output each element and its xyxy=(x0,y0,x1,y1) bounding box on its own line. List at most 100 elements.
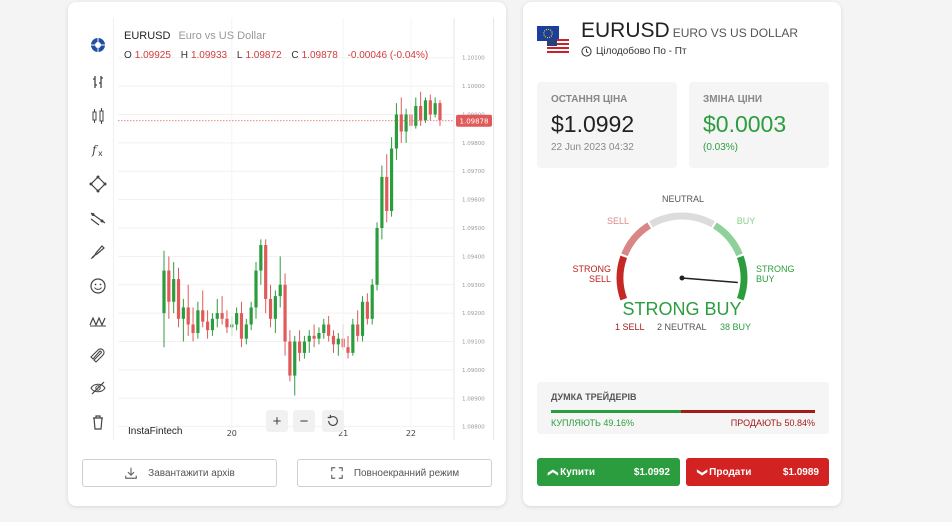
trash-icon[interactable] xyxy=(85,409,111,435)
sentiment-bar xyxy=(551,410,815,413)
price-change-box: ЗМІНА ЦІНИ $0.0003 (0.03%) xyxy=(689,82,829,168)
download-archive-label: Завантажити архів xyxy=(148,467,235,479)
buy-button[interactable]: ❯ Купити $1.0992 xyxy=(537,458,680,486)
candle-body xyxy=(346,347,350,353)
candle-body xyxy=(399,114,403,132)
low-value: 1.09872 xyxy=(245,50,282,61)
instrument-card: EURUSD EURO VS US DOLLAR Цілодобово По - … xyxy=(523,2,841,506)
sentiment-title: ДУМКА ТРЕЙДЕРІВ xyxy=(551,392,637,402)
strong-sell-line-1: STRONG xyxy=(572,264,611,274)
buy-price: $1.0992 xyxy=(633,466,670,478)
last-price-box: ОСТАННЯ ЦІНА $1.0992 22 Jun 2023 04:32 xyxy=(537,82,677,168)
crosshair-icon[interactable] xyxy=(85,32,111,58)
last-price-label: ОСТАННЯ ЦІНА xyxy=(551,94,628,105)
candle-body xyxy=(268,298,273,319)
sell-label: Продати xyxy=(709,466,752,478)
sentiment-buy-fill xyxy=(551,410,681,413)
download-archive-button[interactable]: Завантажити архів xyxy=(82,459,277,487)
strong-buy-line-1: STRONG xyxy=(756,264,795,274)
candle-body xyxy=(244,324,248,339)
candle-body xyxy=(322,324,326,333)
buy-label: Купити xyxy=(560,466,596,478)
chart-card: fx 1.10100 1.10000 1.09800 1.09700 1.096… xyxy=(68,2,506,506)
hide-icon[interactable] xyxy=(85,375,111,401)
indicator-fx-icon[interactable]: fx xyxy=(85,137,111,163)
instrument-description: EURO VS US DOLLAR xyxy=(672,26,799,40)
gauge-strong-sell-label: STRONG SELL xyxy=(567,264,611,284)
zoom-out-button[interactable]: − xyxy=(293,410,315,432)
shapes-icon[interactable] xyxy=(85,171,111,197)
candle-body xyxy=(370,284,374,319)
y-tick-label: 1.09100 xyxy=(462,340,485,346)
candle-body xyxy=(278,284,282,297)
buy-count: 38 BUY xyxy=(720,322,752,332)
x-tick-label: 20 xyxy=(227,429,237,438)
magnet-icon[interactable] xyxy=(85,341,111,367)
candle-body xyxy=(327,324,331,336)
candle-body xyxy=(167,270,171,302)
candle-body xyxy=(394,114,399,149)
traders-sentiment: ДУМКА ТРЕЙДЕРІВ КУПЛЯЮТЬ 49.16% ПРОДАЮТЬ… xyxy=(537,382,829,434)
chevron-up-icon: ❯ xyxy=(547,467,559,477)
sentiment-sell-text: ПРОДАЮТЬ 50.84% xyxy=(730,418,815,428)
price-change-percent: (0.03%) xyxy=(703,142,739,153)
candle-body xyxy=(201,310,205,322)
candle-body xyxy=(414,105,418,126)
reset-zoom-icon[interactable] xyxy=(322,410,344,432)
legend-symbol: EURUSD xyxy=(124,30,171,42)
price-change-value: $0.0003 xyxy=(703,111,787,137)
fullscreen-label: Повноекранний режим xyxy=(353,467,460,479)
candle-body xyxy=(380,176,384,228)
candle-body xyxy=(351,324,355,353)
sell-count: 1 SELL xyxy=(615,322,645,332)
gauge-strong-sell-arc xyxy=(616,255,628,301)
chart-widget[interactable]: fx 1.10100 1.10000 1.09800 1.09700 1.096… xyxy=(80,18,494,440)
sentiment-sell-fill xyxy=(680,410,815,413)
neutral-count: 2 NEUTRAL xyxy=(657,322,707,332)
candles-icon[interactable] xyxy=(85,103,111,129)
candle-body xyxy=(288,341,292,376)
y-tick-label: 1.08900 xyxy=(462,396,485,402)
gauge-neutral-arc xyxy=(649,212,715,228)
drawing-toolbar: fx xyxy=(80,18,114,440)
candle-body xyxy=(220,313,224,319)
candle-body xyxy=(336,338,340,345)
last-price-date: 22 Jun 2023 04:32 xyxy=(551,142,634,153)
brush-icon[interactable] xyxy=(85,239,111,265)
instrument-title: EURUSD EURO VS US DOLLAR xyxy=(581,19,798,43)
high-value: 1.09933 xyxy=(190,50,228,61)
legend-description: Euro vs US Dollar xyxy=(178,30,266,42)
y-tick-label: 1.09500 xyxy=(462,226,485,232)
emoji-icon[interactable] xyxy=(85,273,111,299)
candle-body xyxy=(375,228,379,285)
candle-body xyxy=(433,103,437,115)
y-tick-label: 1.09300 xyxy=(462,283,485,289)
candle-body xyxy=(389,148,394,211)
candle-body xyxy=(293,341,297,376)
fullscreen-icon xyxy=(330,467,343,479)
zoom-in-button[interactable]: + xyxy=(266,410,288,432)
open-label: O xyxy=(124,50,132,61)
y-tick-label: 1.10000 xyxy=(462,84,485,90)
candle-body xyxy=(181,307,185,319)
bar-style-icon[interactable] xyxy=(85,69,111,95)
candle-body xyxy=(186,307,190,325)
candlestick-plot[interactable]: 1.101001.100001.099001.098001.097001.096… xyxy=(116,18,494,456)
download-icon xyxy=(125,467,137,479)
sentiment-gauge xyxy=(616,212,748,301)
gauge-hub xyxy=(679,275,685,281)
y-tick-label: 1.09000 xyxy=(462,368,485,374)
candle-body xyxy=(259,245,263,271)
last-price-value: $1.0992 xyxy=(551,111,635,137)
y-tick-label: 1.09200 xyxy=(462,311,485,317)
y-tick-label: 1.08800 xyxy=(462,425,485,431)
fullscreen-button[interactable]: Повноекранний режим xyxy=(297,459,492,487)
candle-body xyxy=(215,313,219,319)
candle-body xyxy=(307,335,311,342)
strong-sell-line-2: SELL xyxy=(588,274,611,284)
sell-button[interactable]: ❯ Продати $1.0989 xyxy=(686,458,829,486)
candle-body xyxy=(317,333,321,339)
pattern-icon[interactable] xyxy=(85,307,111,333)
trend-line-icon[interactable] xyxy=(85,205,111,231)
gauge-strong-buy-arc xyxy=(736,255,748,301)
